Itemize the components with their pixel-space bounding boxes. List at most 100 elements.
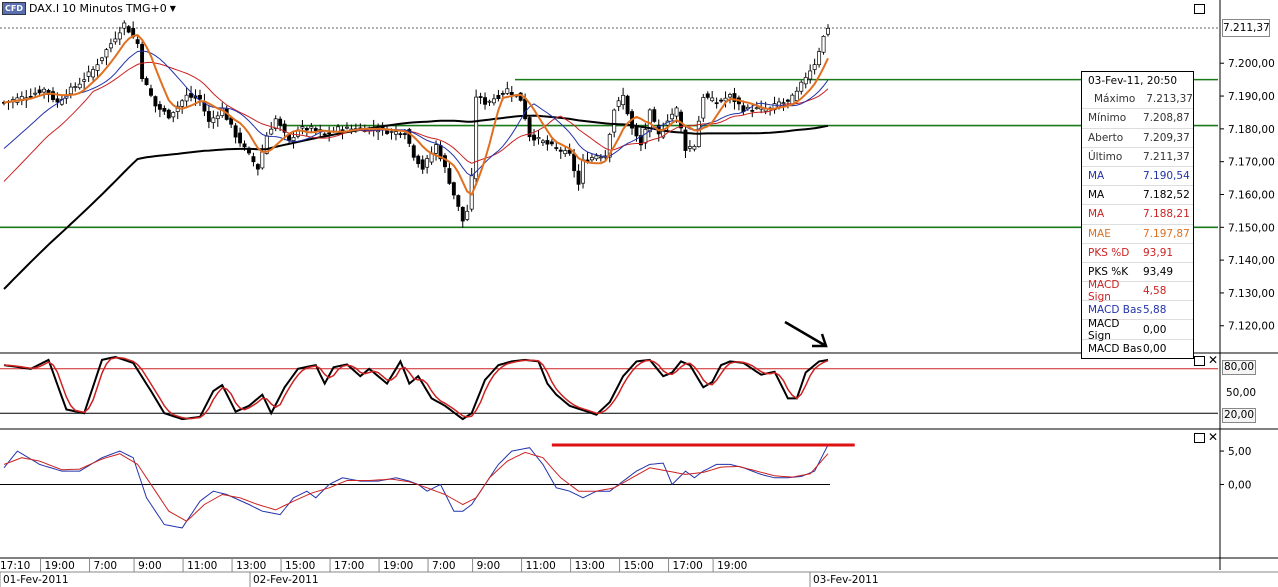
- data-window-label: Mínimo: [1088, 112, 1127, 125]
- candle-body: [300, 126, 305, 129]
- time-label: 13:00: [575, 560, 605, 572]
- data-window-value: 7.208,87: [1143, 112, 1190, 125]
- candle-body: [251, 156, 256, 163]
- maximize-macd-pane-icon[interactable]: [1194, 433, 1205, 443]
- data-window-value: 7.209,37: [1143, 131, 1190, 144]
- candle-body: [483, 97, 487, 105]
- candle-body: [456, 195, 461, 207]
- candle-body: [117, 32, 122, 40]
- candle-body: [327, 132, 332, 135]
- candle-body: [434, 144, 438, 154]
- candle-body: [260, 151, 265, 169]
- data-window-row: MA 7.190,54: [1082, 165, 1193, 185]
- candle-body: [425, 158, 430, 168]
- y-tick-label: 7.190,00: [1228, 91, 1275, 103]
- candle-body: [104, 49, 109, 58]
- candle-body: [576, 170, 581, 185]
- candle-body: [643, 129, 648, 144]
- candle-body: [389, 131, 394, 133]
- chart-header[interactable]: CFD DAX.I 10 Minutos TMG+0 ▼: [2, 2, 176, 15]
- dropdown-triangle-icon[interactable]: ▼: [170, 4, 176, 13]
- candle-body: [313, 128, 318, 132]
- candle-body: [509, 92, 514, 96]
- candle-body: [710, 97, 715, 102]
- time-label: 11:00: [187, 560, 217, 572]
- data-window-row: MAE 7.197,87: [1082, 223, 1193, 243]
- candle-body: [728, 94, 732, 98]
- candle-body: [86, 71, 91, 77]
- data-window-value: 7.197,87: [1143, 227, 1190, 240]
- candle-body: [554, 147, 559, 149]
- time-label: 17:00: [673, 560, 703, 572]
- candle-body: [215, 115, 220, 120]
- candle-body: [581, 159, 585, 184]
- candle-body: [679, 111, 683, 129]
- candle-body: [269, 128, 274, 135]
- y-tick-label: 7.140,00: [1228, 255, 1275, 267]
- candle-body: [144, 78, 149, 86]
- stoch-level-80-box: 80,00: [1222, 360, 1256, 375]
- candle-body: [309, 126, 314, 129]
- maximize-stoch-pane-icon[interactable]: [1194, 356, 1205, 366]
- candle-body: [278, 118, 283, 126]
- data-window-value: 0,00: [1143, 342, 1167, 355]
- time-label: 19:00: [383, 560, 413, 572]
- candle-body: [153, 96, 158, 107]
- candle-body: [149, 88, 153, 96]
- data-window-row: MA 7.188,21: [1082, 204, 1193, 223]
- candle-body: [233, 125, 238, 138]
- time-label: 19:00: [45, 560, 75, 572]
- candle-body: [821, 35, 826, 53]
- data-window-label: MACD Bas: [1088, 342, 1142, 355]
- candle-body: [687, 146, 692, 149]
- instrument-label: DAX.I: [28, 2, 60, 15]
- data-window-row: MACD Sign 0,00: [1082, 318, 1193, 342]
- time-label: 7:00: [94, 560, 118, 572]
- candle-body: [549, 141, 554, 145]
- data-window-value: 7.213,37: [1146, 93, 1193, 106]
- candle-body: [474, 96, 479, 180]
- macd-bas-line: [3, 444, 829, 529]
- candle-body: [398, 133, 403, 136]
- data-window-value: 93,49: [1143, 265, 1174, 278]
- candle-body: [77, 83, 82, 89]
- candle-body: [572, 153, 577, 172]
- candle-body: [180, 100, 185, 107]
- macd-y-tick-label: 0,00: [1228, 479, 1251, 491]
- y-tick-label: 7.180,00: [1228, 124, 1275, 136]
- candle-body: [113, 38, 118, 43]
- candle-body: [621, 94, 626, 106]
- maximize-main-pane-icon[interactable]: [1194, 4, 1205, 14]
- candle-body: [808, 70, 813, 80]
- data-window-value: 0,00: [1143, 323, 1167, 336]
- data-window-value: 5,88: [1143, 304, 1167, 317]
- data-window-label: Máximo: [1094, 93, 1136, 106]
- candle-body: [242, 143, 247, 148]
- data-window-label: Aberto: [1088, 131, 1124, 144]
- candle-body: [799, 81, 804, 92]
- time-label: 13:00: [236, 560, 266, 572]
- data-window-value: 93,91: [1143, 246, 1174, 259]
- candle-body: [198, 94, 202, 100]
- candle-body: [211, 117, 216, 123]
- candle-body: [238, 132, 243, 144]
- candle-body: [491, 98, 496, 104]
- candle-body: [781, 102, 786, 105]
- close-stoch-pane-icon[interactable]: ✕: [1208, 354, 1218, 366]
- candle-body: [82, 79, 87, 82]
- candle-body: [505, 88, 510, 94]
- stoch-level-20-box: 20,00: [1222, 408, 1256, 423]
- candle-body: [126, 26, 131, 33]
- data-window-row: Mínimo 7.208,87: [1082, 108, 1193, 127]
- close-macd-pane-icon[interactable]: ✕: [1208, 431, 1218, 443]
- data-window-datetime: 03-Fev-11, 20:50: [1088, 75, 1178, 88]
- candle-body: [42, 88, 47, 93]
- candle-body: [73, 86, 78, 88]
- candle-body: [701, 97, 706, 119]
- data-window-row: MA 7.182,52: [1082, 185, 1193, 204]
- candle-body: [714, 102, 719, 105]
- data-window-label: MACD Sign: [1088, 279, 1120, 304]
- data-window-value: 4,58: [1143, 285, 1167, 298]
- candle-body: [171, 112, 176, 118]
- candle-body: [273, 118, 278, 129]
